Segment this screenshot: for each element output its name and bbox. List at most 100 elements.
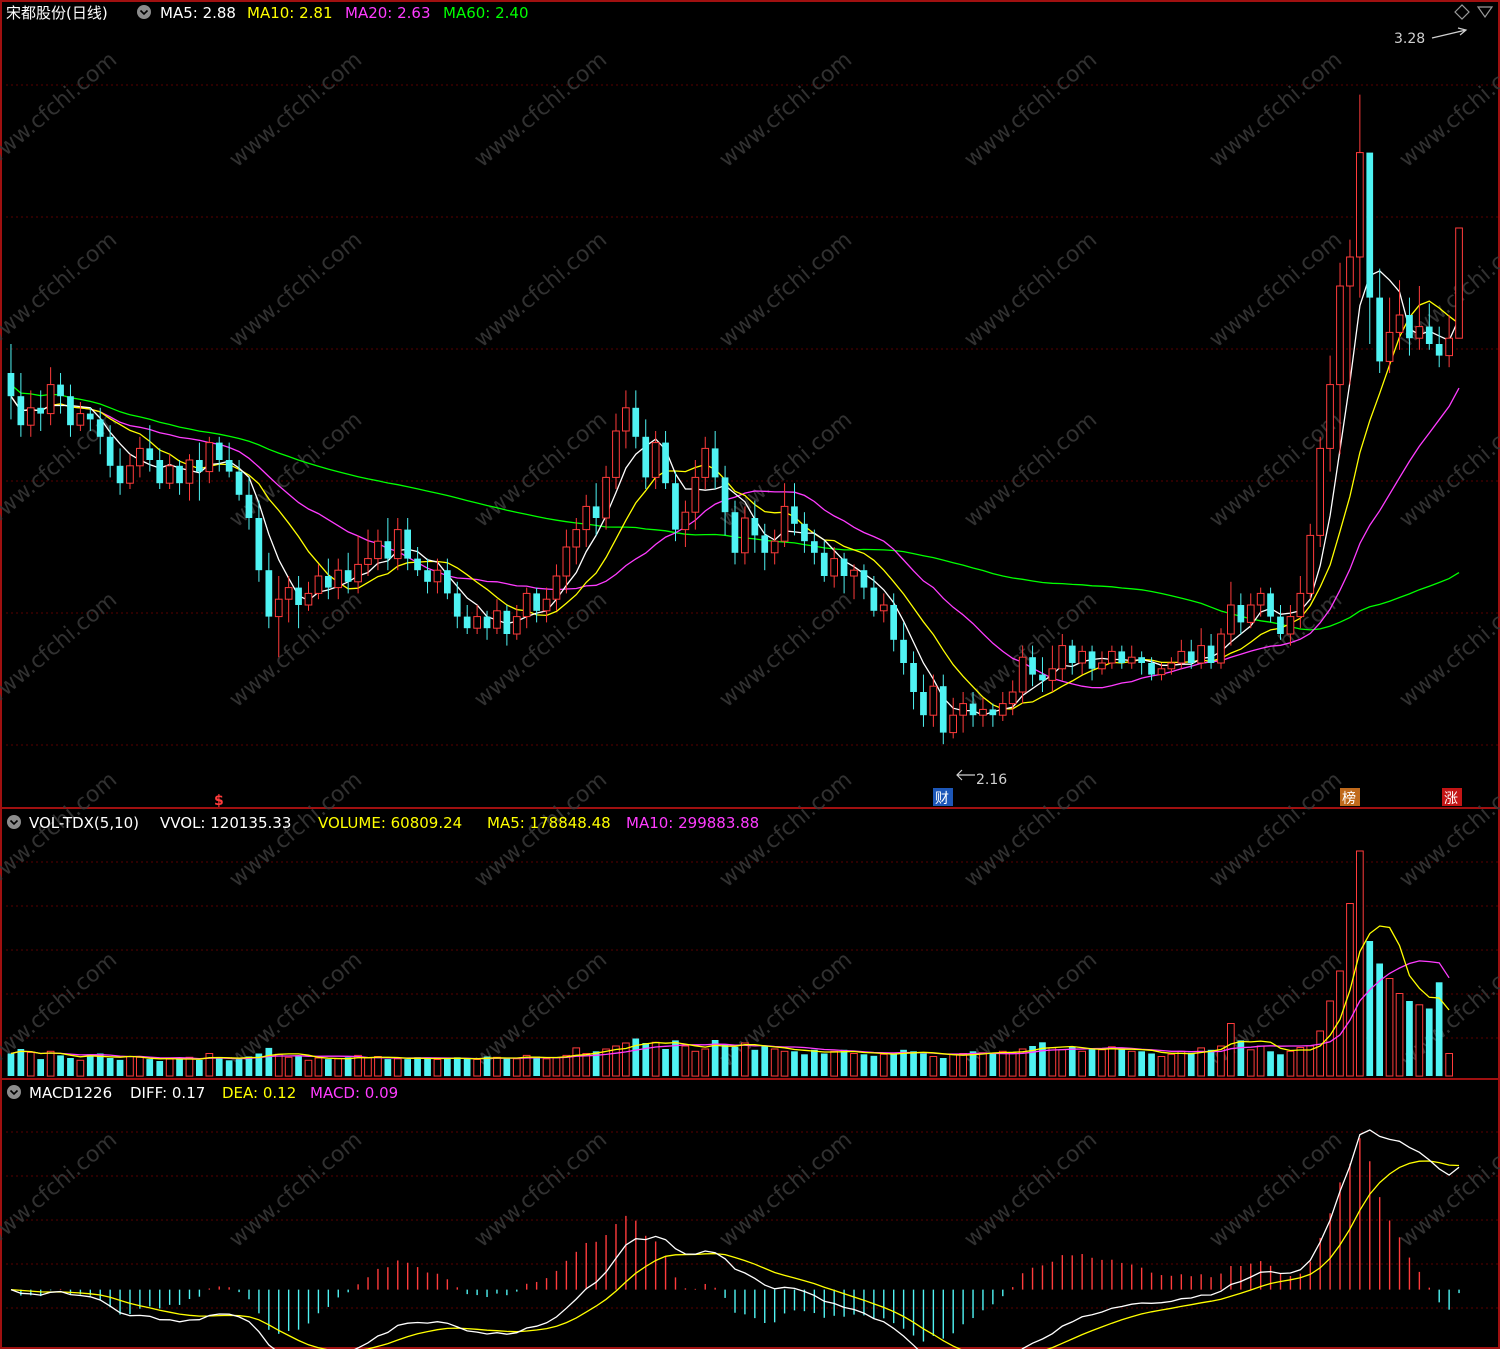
volume-bar-up bbox=[582, 1053, 591, 1077]
candle-body-up bbox=[780, 505, 789, 542]
volume-bar-down bbox=[146, 1059, 154, 1076]
low-arrow-icon bbox=[956, 769, 975, 781]
candle-body-up bbox=[314, 575, 323, 594]
volume-bar-down bbox=[1435, 982, 1443, 1077]
candle-body-down bbox=[632, 407, 640, 437]
volume-bar-up bbox=[929, 1056, 938, 1077]
candle-body-down bbox=[265, 570, 273, 617]
volume-bar-down bbox=[890, 1052, 897, 1077]
candle-body-up bbox=[1326, 384, 1334, 449]
volume-bar-up bbox=[542, 1058, 551, 1077]
candle-body-down bbox=[67, 396, 74, 426]
volume-bar-up bbox=[701, 1048, 710, 1077]
volume-bar-down bbox=[463, 1058, 471, 1077]
candle-body-up bbox=[741, 517, 749, 554]
candle-body-down bbox=[761, 535, 769, 553]
candle-body-down bbox=[920, 692, 927, 716]
volume-settings-icon[interactable] bbox=[7, 815, 21, 829]
watermark-text: www.cfchi.com bbox=[960, 227, 1102, 352]
macd-settings-icon[interactable] bbox=[7, 1085, 21, 1099]
watermark-text: www.cfchi.com bbox=[470, 47, 612, 172]
macd-header: MACD1226 DIFF: 0.17 DEA: 0.12 MACD: 0.09 bbox=[7, 1084, 398, 1102]
volume-bar-down bbox=[265, 1047, 273, 1076]
volume-bar-down bbox=[106, 1058, 114, 1076]
candle-body-up bbox=[284, 587, 293, 600]
candle-body-down bbox=[989, 709, 997, 716]
candle-body-down bbox=[721, 477, 729, 513]
candle-body-down bbox=[969, 703, 977, 716]
candle-body-up bbox=[1246, 604, 1255, 623]
candle-body-up bbox=[1316, 447, 1325, 536]
watermark-text: www.cfchi.com bbox=[0, 227, 122, 352]
candle-body-down bbox=[7, 373, 15, 397]
candle-body-down bbox=[463, 616, 471, 629]
price-header: 宋都股份(日线) MA5: 2.88 MA10: 2.81 MA20: 2.63… bbox=[6, 4, 529, 22]
candle-body-up bbox=[1296, 592, 1305, 618]
candle-body-down bbox=[215, 442, 223, 460]
marker-limit-up[interactable]: 涨 bbox=[1444, 791, 1458, 807]
candle-body-up bbox=[493, 610, 501, 629]
volume-bar-down bbox=[156, 1061, 164, 1076]
volume-bar-up bbox=[959, 1053, 967, 1077]
candle-body-down bbox=[900, 639, 907, 663]
candle-body-down bbox=[146, 448, 154, 460]
candle-body-down bbox=[910, 663, 917, 692]
candle-body-down bbox=[860, 570, 868, 588]
volume-bar-down bbox=[1406, 1001, 1413, 1076]
diff-label: DIFF: 0.17 bbox=[130, 1084, 205, 1102]
candle-body-down bbox=[1118, 651, 1126, 663]
maximize-icon[interactable] bbox=[1454, 4, 1470, 20]
volume-bar-down bbox=[1425, 1008, 1433, 1076]
candle-body-down bbox=[791, 506, 798, 524]
macd-indicator-name: MACD1226 bbox=[29, 1084, 112, 1102]
volume-bar-up bbox=[374, 1056, 382, 1077]
candle-body-down bbox=[533, 593, 540, 611]
settings-dropdown-icon[interactable] bbox=[137, 5, 151, 19]
volume-bar-down bbox=[67, 1058, 74, 1076]
volume-bar-down bbox=[989, 1053, 997, 1076]
candle-body-down bbox=[17, 396, 25, 426]
volume-bar-up bbox=[780, 1050, 789, 1077]
volume-bar-down bbox=[37, 1059, 44, 1076]
chart-canvas[interactable]: www.cfchi.com www.cfchi.com www.cfchi.com w… bbox=[0, 0, 1500, 1349]
watermark-text: www.cfchi.com bbox=[1395, 587, 1500, 712]
candle-body-down bbox=[592, 506, 600, 518]
volume-bar-down bbox=[17, 1049, 25, 1076]
candle-body-down bbox=[344, 570, 352, 582]
candle-body-up bbox=[552, 575, 561, 600]
watermark-text: www.cfchi.com bbox=[1205, 767, 1347, 892]
window-controls bbox=[1454, 4, 1494, 20]
volume-bar-down bbox=[384, 1059, 392, 1076]
candle-body-down bbox=[96, 419, 104, 437]
marker-dollar[interactable]: $ bbox=[214, 793, 224, 809]
candle-body-down bbox=[1138, 657, 1145, 663]
volume-bar-down bbox=[632, 1038, 640, 1076]
candle-body-down bbox=[424, 570, 431, 582]
volume-bar-down bbox=[1088, 1049, 1096, 1076]
candle-body-up bbox=[572, 529, 581, 548]
volume-bar-down bbox=[811, 1049, 818, 1077]
candle-body-up bbox=[1217, 633, 1225, 664]
volume-bar-down bbox=[662, 1049, 669, 1076]
volume-bar-down bbox=[731, 1046, 739, 1077]
candle-body-up bbox=[393, 529, 402, 560]
volume-bar-down bbox=[295, 1056, 302, 1076]
candle-body-up bbox=[1395, 314, 1404, 333]
volume-bar-up bbox=[572, 1047, 581, 1077]
volume-bar-down bbox=[801, 1054, 808, 1077]
candle-body-down bbox=[404, 529, 411, 559]
candle-body-up bbox=[562, 546, 571, 577]
volume-bar-down bbox=[870, 1055, 878, 1077]
volume-bar-up bbox=[493, 1056, 501, 1077]
candle-body-up bbox=[274, 598, 283, 618]
marker-finance[interactable]: 财 bbox=[935, 791, 949, 807]
collapse-icon[interactable] bbox=[1476, 6, 1494, 19]
marker-rank[interactable]: 榜 bbox=[1342, 790, 1356, 807]
candle-body-up bbox=[879, 604, 888, 612]
volume-bar-up bbox=[473, 1059, 481, 1077]
candle-body-up bbox=[949, 714, 957, 734]
watermark-text: www.cfchi.com bbox=[715, 227, 857, 352]
candle-body-down bbox=[1406, 315, 1413, 339]
volume-bar-down bbox=[235, 1059, 243, 1076]
candle-body-up bbox=[433, 569, 442, 583]
